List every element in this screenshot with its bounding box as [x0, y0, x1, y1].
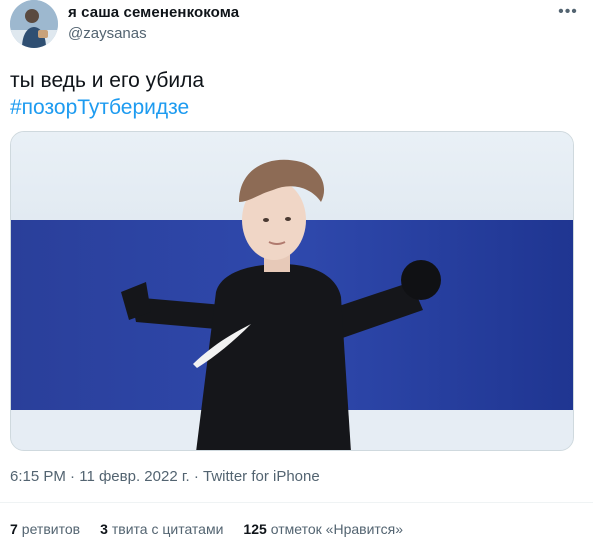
tweet-text: ты ведь и его убила — [10, 69, 205, 92]
tweet-source[interactable]: Twitter for iPhone — [203, 468, 320, 485]
more-horizontal-icon: ••• — [558, 3, 578, 20]
likes-count: 125 — [243, 521, 267, 537]
avatar[interactable] — [10, 0, 58, 48]
user-handle[interactable]: @zaysanas — [68, 25, 147, 42]
tweet-time[interactable]: 6:15 PM — [10, 468, 66, 485]
tweet: я саша семененкокома @zaysanas ••• ты ве… — [0, 0, 593, 543]
meta-separator: · — [193, 468, 199, 485]
retweets-count: 7 — [10, 521, 18, 537]
quotes-stat[interactable]: 3 твита с цитатами — [100, 521, 223, 537]
meta-separator: · — [70, 468, 76, 485]
quotes-label: твита с цитатами — [111, 521, 224, 537]
tweet-stats: 7 ретвитов 3 твита с цитатами 125 отметок «… — [10, 521, 403, 537]
tweet-meta: 6:15 PM · 11 февр. 2022 г. · Twitter for… — [10, 468, 320, 485]
hashtag-link[interactable]: #позорТутберидзе — [10, 94, 189, 122]
likes-label: отметок «Нравится» — [270, 521, 404, 537]
retweets-stat[interactable]: 7 ретвитов — [10, 521, 80, 537]
tweet-photo[interactable] — [10, 131, 574, 451]
retweets-label: ретвитов — [21, 521, 81, 537]
more-options-button[interactable]: ••• — [557, 2, 579, 22]
quotes-count: 3 — [100, 521, 108, 537]
likes-stat[interactable]: 125 отметок «Нравится» — [243, 521, 403, 537]
display-name[interactable]: я саша семененкокома — [68, 4, 239, 21]
divider — [0, 502, 593, 503]
tweet-date[interactable]: 11 февр. 2022 г. — [79, 468, 189, 485]
